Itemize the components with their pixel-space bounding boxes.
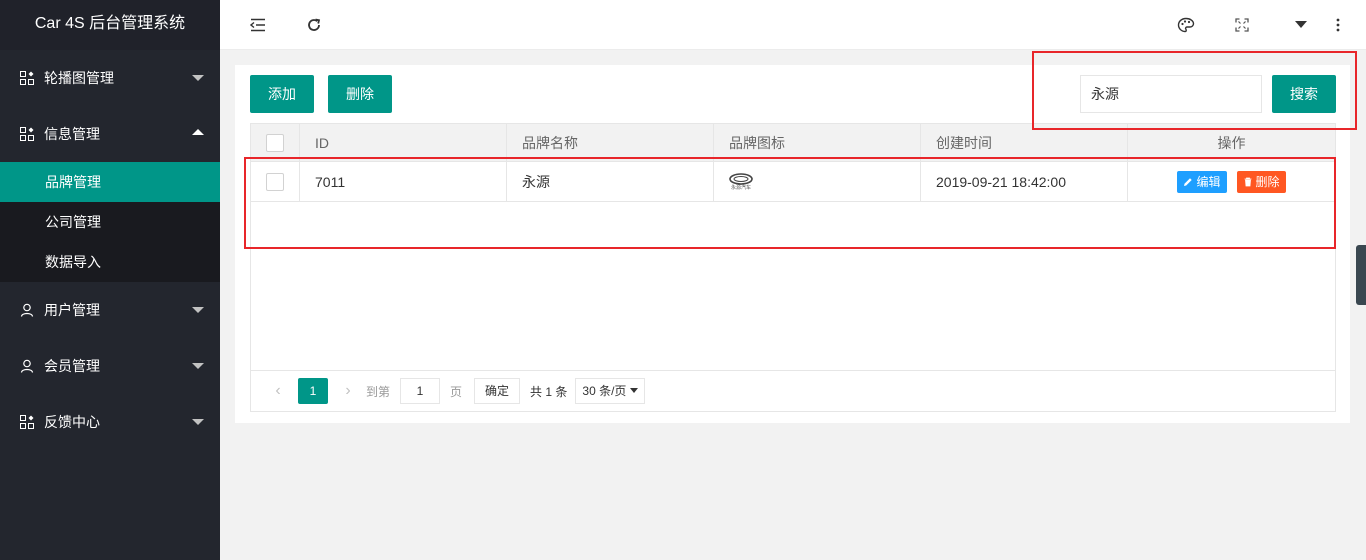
chevron-down-icon [192,307,204,313]
next-page-icon[interactable]: › [336,382,360,400]
row-select-cell [251,162,300,201]
column-header[interactable]: 创建时间 [921,124,1128,161]
column-header[interactable]: 品牌图标 [714,124,921,161]
column-header[interactable]: ID [300,124,507,161]
sidebar-item-import[interactable]: 数据导入 [0,242,220,282]
delete-button[interactable]: 删除 [1236,170,1286,193]
goto-page-input[interactable] [400,378,441,404]
sidebar-item-label: 会员管理 [44,358,100,374]
apps-icon [20,415,34,429]
user-dropdown-icon[interactable] [1291,15,1311,35]
sidebar-item-label: 信息管理 [44,126,100,142]
add-button[interactable]: 添加 [250,75,314,113]
sidebar-item-carousel[interactable]: 轮播图管理 [0,50,220,106]
brand-logo-caption: 永源汽车 [730,184,751,191]
chevron-down-icon [192,75,204,81]
select-all-checkbox[interactable] [266,133,284,152]
search-button[interactable]: 搜索 [1272,75,1336,113]
cell-actions: 编辑 删除 [1128,162,1335,201]
chevron-down-icon [192,419,204,425]
edit-label: 编辑 [1196,174,1221,189]
refresh-icon[interactable] [304,15,324,35]
app-title: Car 4S 后台管理系统 [0,0,220,50]
page-number-current[interactable]: 1 [298,378,328,404]
submenu-info: 品牌管理 公司管理 数据导入 [0,162,220,282]
sidebar-item-label: 轮播图管理 [44,70,114,86]
page-size-value: 30 条/页 [582,384,627,398]
pencil-icon [1184,177,1193,186]
brand-table: ID 品牌名称 品牌图标 创建时间 操作 7011 永源 永源汽车 2019-0… [250,123,1336,412]
chevron-down-icon [630,388,639,393]
page-unit-label: 页 [450,384,463,399]
brand-logo: 永源汽车 [729,172,753,191]
trash-icon [1244,177,1251,186]
goto-confirm-button[interactable]: 确定 [474,378,521,404]
edit-button[interactable]: 编辑 [1177,170,1227,193]
menu-fold-icon[interactable] [248,15,268,35]
fullscreen-icon[interactable] [1232,15,1252,35]
sidebar-item-brand[interactable]: 品牌管理 [0,162,220,202]
column-header[interactable]: 品牌名称 [507,124,714,161]
pagination: ‹ 1 › 到第 页 确定 共 1 条 30 条/页 [251,370,1335,411]
sidebar-item-feedback[interactable]: 反馈中心 [0,394,220,450]
batch-delete-button[interactable]: 删除 [328,75,392,113]
cell-created-time: 2019-09-21 18:42:00 [921,162,1128,201]
total-count: 共 1 条 [530,384,568,399]
cell-brand-logo: 永源汽车 [714,162,921,201]
sidebar-item-company[interactable]: 公司管理 [0,202,220,242]
page-size-select[interactable]: 30 条/页 [575,378,646,404]
sidebar-item-label: 用户管理 [44,302,100,318]
user-icon [20,303,34,317]
table-header: ID 品牌名称 品牌图标 创建时间 操作 [251,124,1335,162]
sidebar-item-users[interactable]: 用户管理 [0,282,220,338]
search-input[interactable] [1080,75,1262,113]
sidebar-item-label: 反馈中心 [44,414,100,430]
chevron-up-icon [192,129,204,135]
row-checkbox[interactable] [266,172,284,191]
table-row[interactable]: 7011 永源 永源汽车 2019-09-21 18:42:00 编辑 删除 [251,162,1335,202]
more-icon[interactable] [1328,15,1348,35]
select-all-cell [251,124,300,161]
content-card: 添加 删除 搜索 ID 品牌名称 品牌图标 创建时间 操作 7011 永源 永源… [235,65,1350,423]
apps-icon [20,127,34,141]
goto-label: 到第 [366,384,391,399]
top-header [220,0,1366,50]
theme-palette-icon[interactable] [1176,15,1196,35]
sidebar-item-info[interactable]: 信息管理 [0,106,220,162]
user-icon [20,359,34,373]
cell-id: 7011 [300,162,507,201]
delete-label: 删除 [1255,174,1280,189]
scroll-handle[interactable] [1356,245,1366,305]
prev-page-icon[interactable]: ‹ [266,382,290,400]
chevron-down-icon [192,363,204,369]
apps-icon [20,71,34,85]
column-header: 操作 [1217,134,1246,151]
sidebar-item-members[interactable]: 会员管理 [0,338,220,394]
cell-brand-name: 永源 [507,162,714,201]
sidebar: Car 4S 后台管理系统 轮播图管理 信息管理 品牌管理 公司管理 数据导入 … [0,0,220,560]
